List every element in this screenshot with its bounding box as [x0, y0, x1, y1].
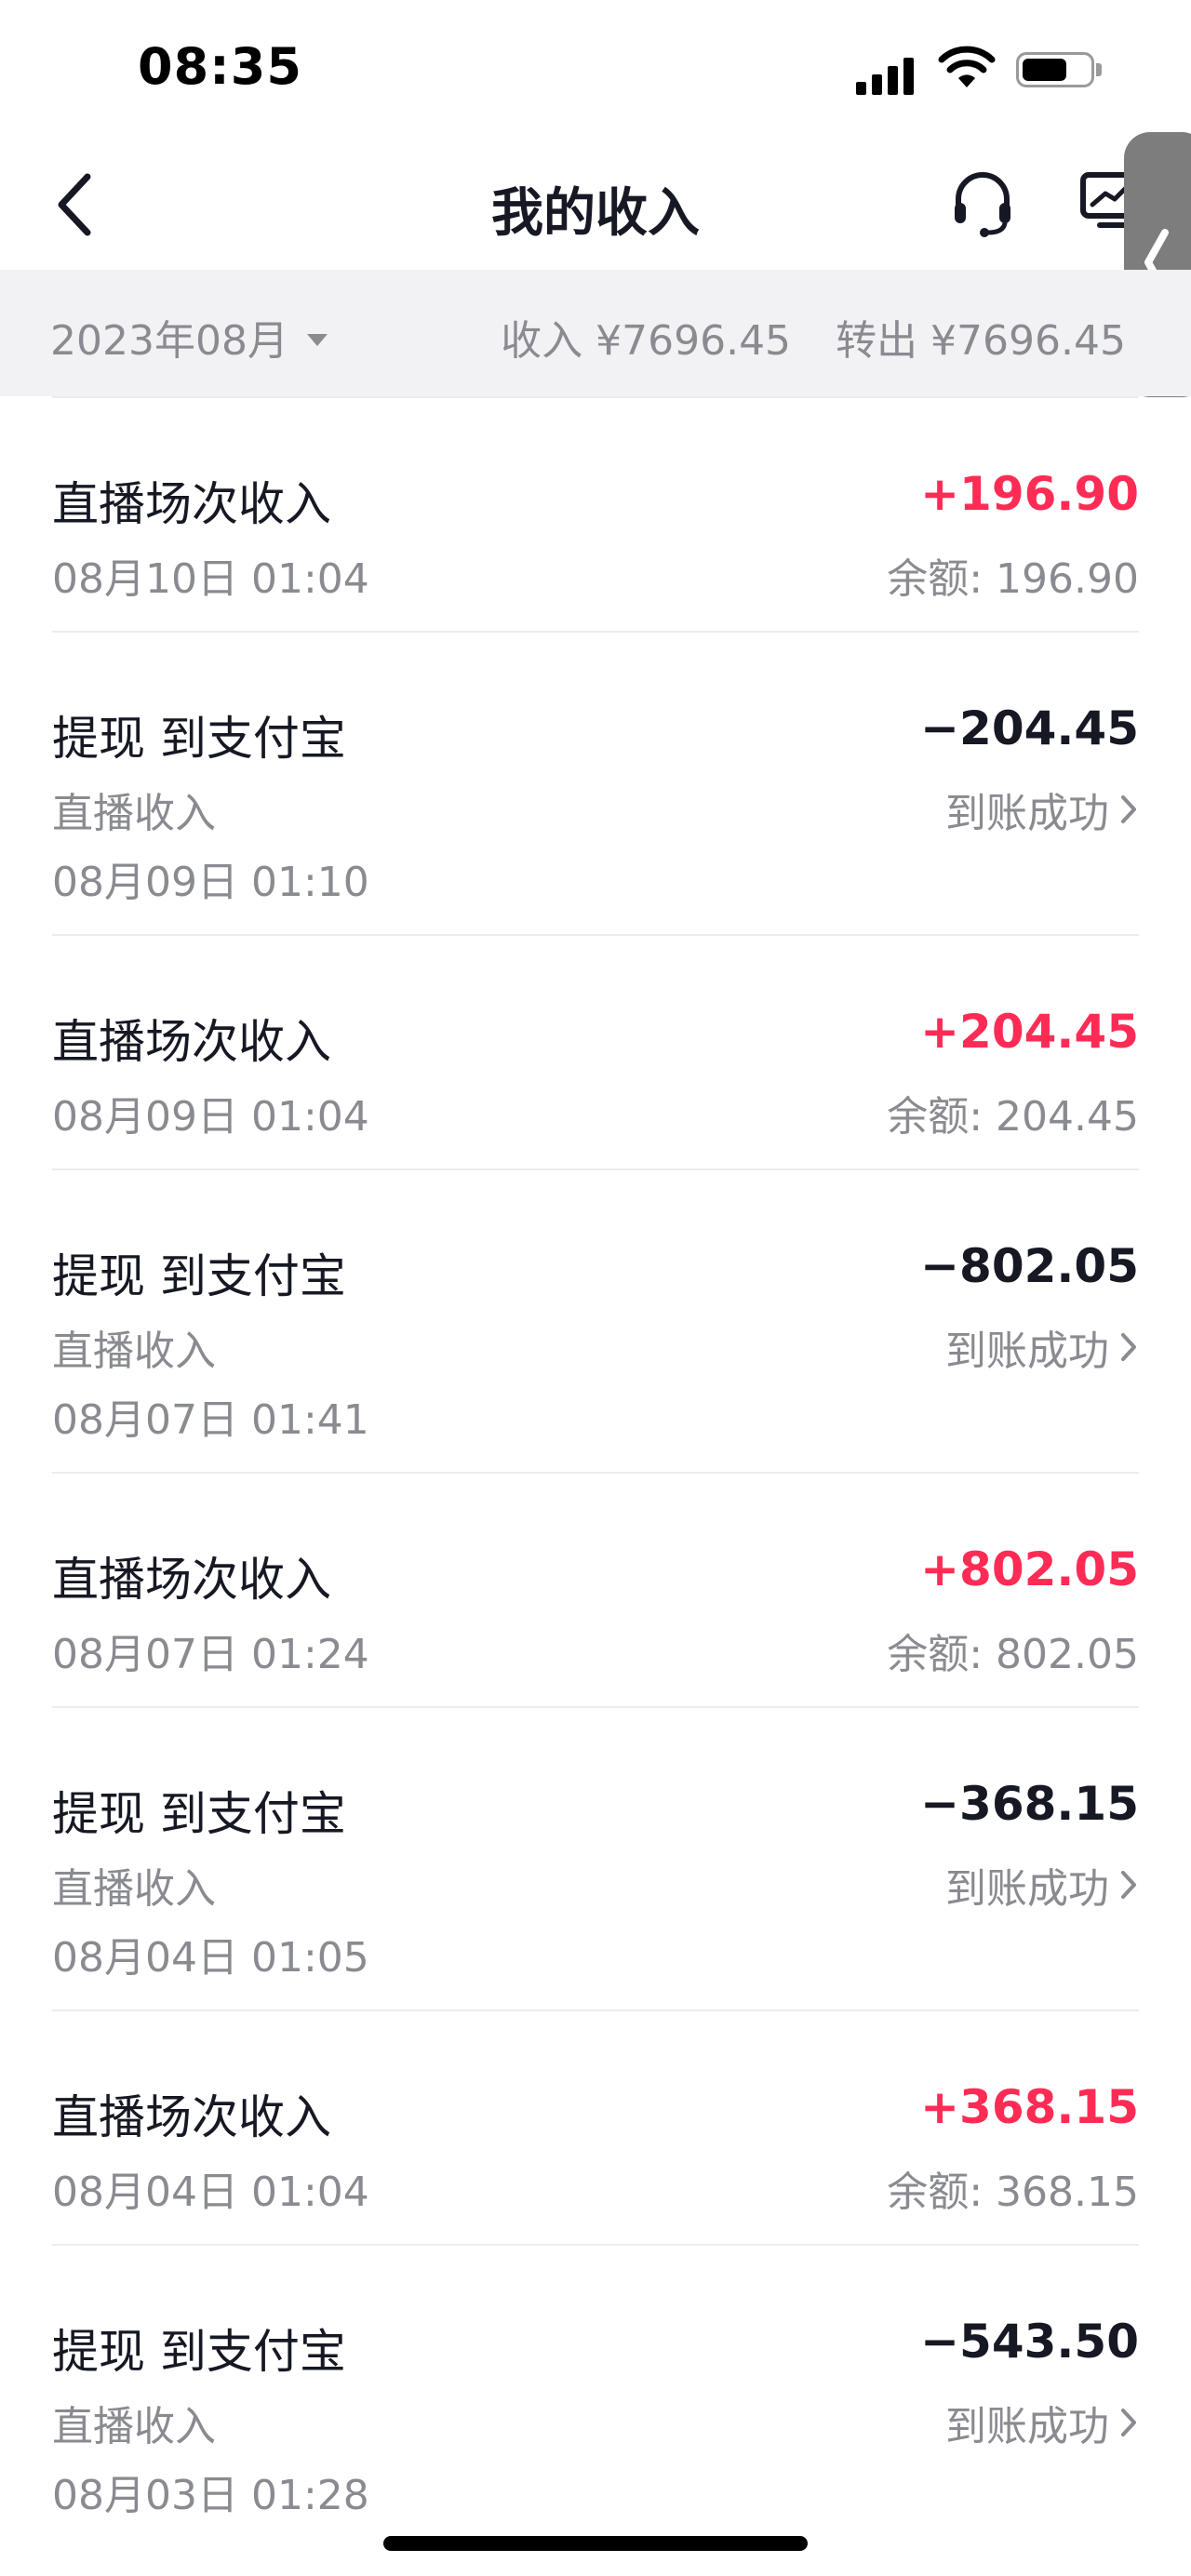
record-status[interactable]: 到账成功: [945, 780, 1139, 839]
record-title: 直播场次收入: [52, 2090, 331, 2144]
record-amount: +196.90: [920, 467, 1139, 521]
record-status[interactable]: 到账成功: [945, 1855, 1139, 1915]
record-title: 提现 到支付宝: [52, 1787, 346, 1841]
cellular-signal-icon: [856, 54, 921, 95]
record-amount: −204.45: [920, 701, 1139, 755]
record-status-label: 到账成功: [945, 1328, 1109, 1375]
record-amount: −543.50: [920, 2315, 1139, 2369]
summary-totals: 收入 ¥7696.45 转出 ¥7696.45: [456, 307, 1126, 367]
record-title: 提现 到支付宝: [52, 2325, 346, 2379]
record-amount: +204.45: [920, 1005, 1139, 1059]
list-item: 直播场次收入 08月07日 01:24 +802.05 余额: 802.05: [52, 1472, 1139, 1706]
chevron-right-icon: [1121, 795, 1136, 823]
record-status-label: 到账成功: [945, 2403, 1109, 2450]
record-subtitle: 直播收入: [52, 1328, 216, 1375]
record-balance: 余额: 368.15: [887, 2169, 1139, 2216]
list-item[interactable]: 提现 到支付宝 直播收入 08月09日 01:10 −204.45 到账成功: [52, 631, 1139, 934]
status-bar: 08:35: [0, 0, 1191, 140]
transfer-out-total: 转出 ¥7696.45: [836, 317, 1126, 365]
record-amount: +368.15: [920, 2080, 1139, 2134]
list-item[interactable]: 提现 到支付宝 直播收入 08月07日 01:41 −802.05 到账成功: [52, 1168, 1139, 1472]
record-title: 直播场次收入: [52, 477, 331, 531]
record-title: 直播场次收入: [52, 1553, 331, 1607]
record-status-label: 到账成功: [945, 790, 1109, 837]
month-selector[interactable]: 2023年08月: [50, 307, 328, 367]
record-time: 08月07日 01:41: [52, 1396, 369, 1444]
record-balance: 余额: 204.45: [887, 1093, 1139, 1141]
records-list: 直播场次收入 08月10日 01:04 +196.90 余额: 196.90 提…: [0, 396, 1191, 2547]
customer-service-icon[interactable]: [947, 166, 1018, 240]
list-item: 直播场次收入 08月09日 01:04 +204.45 余额: 204.45: [52, 934, 1139, 1168]
record-balance: 余额: 196.90: [887, 555, 1139, 603]
record-time: 08月09日 01:04: [52, 1093, 369, 1141]
summary-bar: 2023年08月 收入 ¥7696.45 转出 ¥7696.45: [0, 270, 1191, 396]
battery-cap: [1096, 63, 1102, 76]
record-title: 直播场次收入: [52, 1015, 331, 1069]
wifi-icon: [938, 46, 996, 87]
income-total: 收入 ¥7696.45: [501, 317, 792, 365]
record-time: 08月07日 01:24: [52, 1631, 369, 1678]
record-subtitle: 直播收入: [52, 1865, 216, 1913]
record-time: 08月03日 01:28: [52, 2472, 369, 2519]
record-amount: −368.15: [920, 1777, 1139, 1831]
record-time: 08月04日 01:04: [52, 2169, 369, 2216]
chevron-right-icon: [1121, 1871, 1136, 1899]
record-subtitle: 直播收入: [52, 790, 216, 837]
chevron-right-icon: [1121, 2409, 1136, 2436]
home-indicator[interactable]: [383, 2536, 808, 2551]
nav-bar: 我的收入: [0, 140, 1191, 270]
list-item: 直播场次收入 08月10日 01:04 +196.90 余额: 196.90: [52, 396, 1139, 631]
record-subtitle: 直播收入: [52, 2403, 216, 2450]
record-time: 08月10日 01:04: [52, 555, 369, 603]
list-item: 直播场次收入 08月04日 01:04 +368.15 余额: 368.15: [52, 2009, 1139, 2244]
status-time: 08:35: [138, 37, 302, 96]
caret-down-icon: [306, 333, 328, 346]
record-title: 提现 到支付宝: [52, 712, 346, 766]
record-title: 提现 到支付宝: [52, 1249, 346, 1303]
battery-icon: [1016, 52, 1094, 87]
record-status-label: 到账成功: [945, 1865, 1109, 1913]
record-time: 08月04日 01:05: [52, 1934, 369, 1982]
list-item[interactable]: 提现 到支付宝 直播收入 08月04日 01:05 −368.15 到账成功: [52, 1706, 1139, 2009]
record-balance: 余额: 802.05: [887, 1631, 1139, 1678]
record-status[interactable]: 到账成功: [945, 2393, 1139, 2452]
month-label: 2023年08月: [50, 317, 288, 365]
record-amount: +802.05: [920, 1542, 1139, 1596]
list-item[interactable]: 提现 到支付宝 直播收入 08月03日 01:28 −543.50 到账成功: [52, 2244, 1139, 2547]
chevron-right-icon: [1121, 1333, 1136, 1361]
record-amount: −802.05: [920, 1239, 1139, 1293]
record-status[interactable]: 到账成功: [945, 1317, 1139, 1377]
record-time: 08月09日 01:10: [52, 859, 369, 906]
